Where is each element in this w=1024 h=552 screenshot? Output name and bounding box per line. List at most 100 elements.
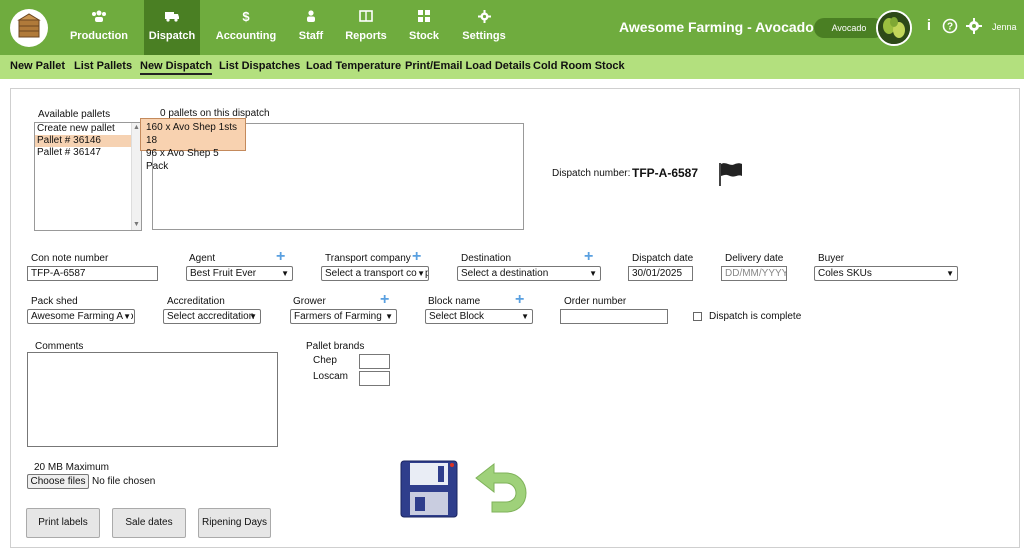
subnav-load-temperature[interactable]: Load Temperature [306,60,401,72]
transport-label: Transport company [325,253,411,264]
file-status: No file chosen [92,476,156,487]
comments-textarea[interactable] [27,352,278,447]
info-icon[interactable]: i [921,18,937,34]
user-name[interactable]: Jenna [992,22,1017,32]
subnav-list-dispatches[interactable]: List Dispatches [219,60,300,72]
transport-value: Select a transport company [325,268,428,279]
add-block-icon[interactable]: + [515,292,524,308]
scroll-down-icon[interactable]: ▼ [132,220,141,230]
save-icon[interactable] [400,460,458,521]
list-item[interactable]: Create new pallet [35,123,141,135]
chevron-down-icon: ▼ [417,267,425,280]
crop-selector[interactable]: Avocado [814,18,884,38]
buyer-select[interactable]: Coles SKUs ▼ [814,266,958,281]
loscam-input[interactable] [359,371,390,386]
book-icon [342,10,390,24]
accreditation-select[interactable]: Select accreditation ▼ [163,309,261,324]
nav-label: Dispatch [148,30,196,42]
truck-icon [144,10,200,24]
ripening-days-button[interactable]: Ripening Days [198,508,271,538]
nav-label: Accounting [215,30,277,42]
sub-navbar: New Pallet List Pallets New Dispatch Lis… [0,55,1024,79]
settings-gear-icon[interactable] [966,18,982,34]
loscam-label: Loscam [313,371,349,382]
farm-title: Awesome Farming - Avocados [619,19,822,35]
add-destination-icon[interactable]: + [584,249,593,265]
order-number-input[interactable] [560,309,668,324]
person-icon [293,10,329,24]
buyer-label: Buyer [818,253,845,264]
grower-label: Grower [293,296,326,307]
chep-label: Chep [313,355,337,366]
nav-label: Reports [345,30,387,42]
choose-files-button[interactable]: Choose files [27,474,89,489]
delivery-date-input[interactable]: DD/MM/YYYY [721,266,787,281]
con-note-input[interactable]: TFP-A-6587 [27,266,158,281]
order-number-label: Order number [564,296,627,307]
dispatch-complete-checkbox[interactable] [693,312,702,321]
flag-icon[interactable] [716,161,744,190]
nav-label: Settings [462,30,506,42]
dispatch-date-input[interactable]: 30/01/2025 [628,266,693,281]
chevron-down-icon: ▼ [123,310,131,323]
grower-value: Farmers of Farming [294,311,382,322]
subnav-cold-room-stock[interactable]: Cold Room Stock [533,60,625,72]
subnav-print-email[interactable]: Print/Email Load Details [405,60,531,72]
undo-icon[interactable] [472,460,528,519]
pack-shed-select[interactable]: Awesome Farming Avocados▼ [27,309,135,324]
agent-select[interactable]: Best Fruit Ever ▼ [186,266,293,281]
chevron-down-icon: ▼ [249,312,257,321]
list-item[interactable]: Pallet # 36147 [35,147,141,159]
subnav-new-pallet[interactable]: New Pallet [10,60,65,72]
dollar-icon: $ [242,9,250,24]
pack-shed-value: Awesome Farming Avocados [31,311,134,322]
nav-settings[interactable]: Settings [460,0,508,55]
pallet-tooltip: 160 x Avo Shep 1sts 18 96 x Avo Shep 5 P… [140,118,246,172]
chevron-down-icon: ▼ [946,269,954,278]
users-icon [58,10,140,24]
accreditation-value: Select accreditation [167,311,255,322]
grower-select[interactable]: Farmers of Farming ▼ [290,309,397,324]
transport-select[interactable]: Select a transport company▼ [321,266,429,281]
block-select[interactable]: Select Block ▼ [425,309,533,324]
dispatch-date-label: Dispatch date [632,253,694,264]
tooltip-line: 96 x Avo Shep 5 Pack [146,148,219,172]
pack-shed-label: Pack shed [31,296,78,307]
accreditation-label: Accreditation [167,296,225,307]
comments-label: Comments [35,341,84,352]
nav-staff[interactable]: Staff [293,0,329,55]
agent-label: Agent [189,253,216,264]
nav-accounting[interactable]: $ Accounting [212,0,280,55]
app-logo[interactable] [10,9,48,47]
subnav-list-pallets[interactable]: List Pallets [74,60,132,72]
chevron-down-icon: ▼ [281,269,289,278]
top-navbar: Production Dispatch $ Accounting Staff R… [0,0,1024,55]
available-pallets-list[interactable]: Create new pallet Pallet # 36146 Pallet … [34,122,142,231]
add-grower-icon[interactable]: + [380,292,389,308]
subnav-new-dispatch[interactable]: New Dispatch [140,60,213,75]
destination-select[interactable]: Select a destination ▼ [457,266,601,281]
block-value: Select Block [429,311,485,322]
grid-icon [406,10,442,24]
gear-icon [460,10,508,24]
nav-label: Staff [298,30,324,42]
avocado-avatar[interactable] [876,10,912,46]
help-icon[interactable]: ? [942,18,958,34]
upload-max-label: 20 MB Maximum [34,462,110,473]
chep-input[interactable] [359,354,390,369]
pallet-brands-label: Pallet brands [306,341,365,352]
print-labels-button[interactable]: Print labels [26,508,100,538]
tooltip-line: 160 x Avo Shep 1sts 18 [146,122,237,146]
list-item[interactable]: Pallet # 36146 [35,135,141,147]
dispatch-number-value: TFP-A-6587 [632,166,699,180]
nav-dispatch[interactable]: Dispatch [144,0,200,55]
nav-production[interactable]: Production [58,0,140,55]
nav-label: Stock [409,30,439,42]
svg-text:?: ? [947,22,953,33]
add-agent-icon[interactable]: + [276,249,285,265]
nav-reports[interactable]: Reports [342,0,390,55]
add-transport-icon[interactable]: + [412,249,421,265]
nav-stock[interactable]: Stock [406,0,442,55]
buyer-value: Coles SKUs [818,268,872,279]
sale-dates-button[interactable]: Sale dates [112,508,186,538]
